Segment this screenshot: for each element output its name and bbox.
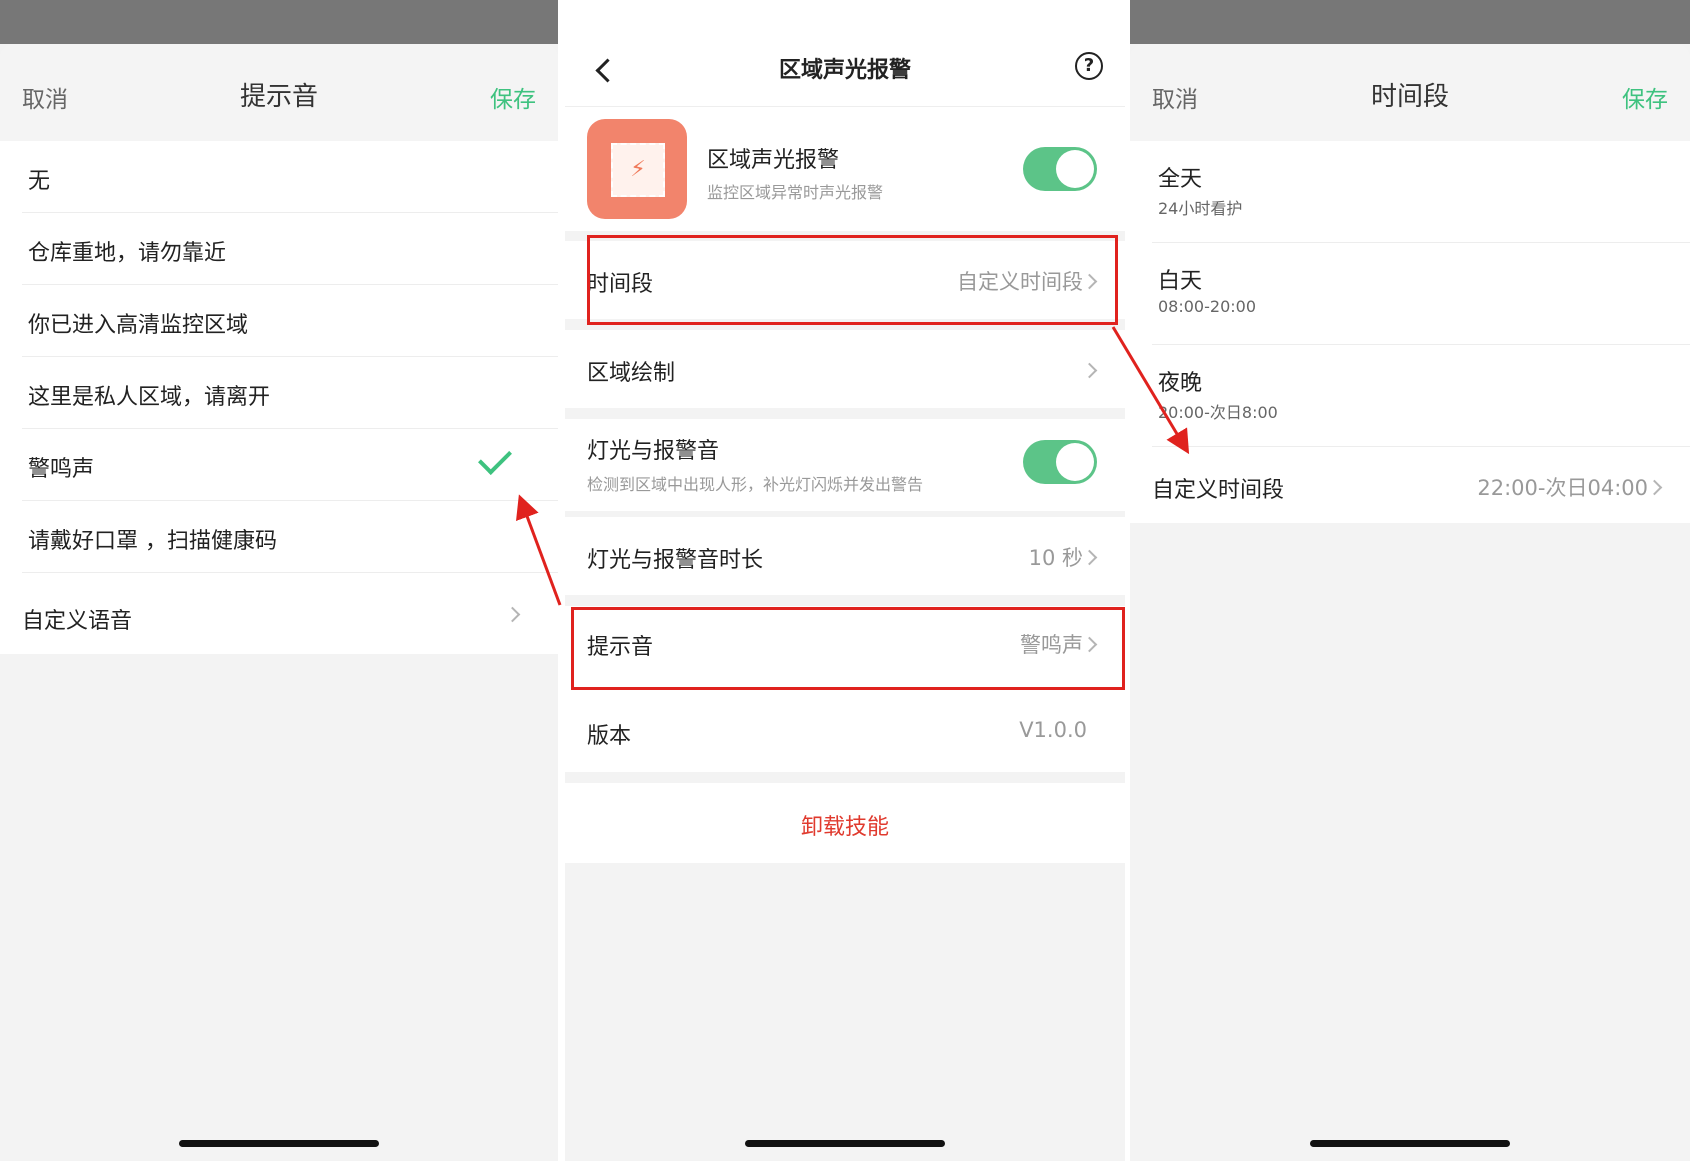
time-period-sheet: 取消 时间段 保存 全天 24小时看护 白天 08:00-20:00 夜晚 20… — [1130, 0, 1690, 1161]
skill-name: 区域声光报警 — [707, 148, 840, 173]
dimmed-backdrop — [1130, 0, 1690, 44]
skill-card: ⚡ 区域声光报警 监控区域异常时声光报警 — [565, 107, 1125, 231]
time-option-title: 夜晚 — [1158, 371, 1203, 396]
lightning-icon: ⚡ — [630, 157, 646, 182]
time-option-subtitle: 24小时看护 — [1158, 199, 1243, 218]
highlight-box — [571, 607, 1125, 690]
light-alarm-label: 灯光与报警音 — [587, 439, 720, 464]
time-option[interactable]: 白天 08:00-20:00 — [1130, 243, 1690, 345]
save-button[interactable]: 保存 — [490, 80, 536, 114]
prompt-sound-sheet: 取消 提示音 保存 无 仓库重地，请勿靠近 你已进入高清监控区域 这里是私人区域… — [0, 0, 558, 1161]
time-option-subtitle: 20:00-次日8:00 — [1158, 403, 1278, 422]
panel-divider — [558, 0, 565, 1161]
sound-option-label: 请戴好口罩 ，扫描健康码 — [28, 529, 277, 554]
custom-time-row[interactable]: 自定义时间段 22:00-次日04:00 — [1130, 447, 1690, 523]
sound-option-list: 无 仓库重地，请勿靠近 你已进入高清监控区域 这里是私人区域，请离开 警鸣声 请… — [0, 141, 558, 654]
toggle-knob — [1056, 150, 1094, 188]
area-drawing-row[interactable]: 区域绘制 — [565, 330, 1125, 408]
page-title: 区域声光报警 — [778, 58, 911, 83]
nav-bar: 区域声光报警 ? — [565, 0, 1125, 107]
sheet-header: 取消 提示音 保存 — [0, 44, 558, 141]
checkmark-icon — [478, 441, 512, 475]
save-button[interactable]: 保存 — [1622, 80, 1668, 114]
help-icon[interactable]: ? — [1075, 52, 1103, 80]
sound-option[interactable]: 你已进入高清监控区域 — [0, 285, 558, 357]
sound-option-selected[interactable]: 警鸣声 — [0, 429, 558, 501]
skill-toggle[interactable] — [1023, 147, 1097, 191]
frame-icon: ⚡ — [611, 143, 665, 197]
sheet-title: 提示音 — [239, 82, 318, 112]
sound-option-label: 这里是私人区域，请离开 — [28, 385, 271, 410]
sound-option[interactable]: 仓库重地，请勿靠近 — [0, 213, 558, 285]
custom-voice-row[interactable]: 自定义语音 — [0, 573, 558, 654]
sound-option-label: 你已进入高清监控区域 — [28, 313, 249, 338]
light-alarm-duration-row[interactable]: 灯光与报警音时长 10 秒 — [565, 517, 1125, 595]
chevron-right-icon — [1081, 549, 1098, 566]
chevron-right-icon — [1081, 362, 1098, 379]
custom-time-value: 22:00-次日04:00 — [1477, 476, 1648, 500]
alarm-app-icon: ⚡ — [587, 119, 687, 219]
duration-label: 灯光与报警音时长 — [587, 548, 764, 573]
custom-time-label: 自定义时间段 — [1152, 478, 1285, 503]
sound-option[interactable]: 请戴好口罩 ，扫描健康码 — [0, 501, 558, 573]
skill-description: 监控区域异常时声光报警 — [707, 183, 884, 202]
custom-voice-label: 自定义语音 — [22, 609, 133, 634]
light-alarm-row: 灯光与报警音 检测到区域中出现人形，补光灯闪烁并发出警告 — [565, 419, 1125, 511]
light-alarm-description: 检测到区域中出现人形，补光灯闪烁并发出警告 — [587, 475, 924, 494]
home-indicator — [179, 1140, 379, 1147]
skill-settings-page: 区域声光报警 ? ⚡ 区域声光报警 监控区域异常时声光报警 时间段 自定义时间段… — [565, 0, 1125, 1161]
time-option-subtitle: 08:00-20:00 — [1158, 297, 1256, 316]
duration-value: 10 秒 — [1028, 546, 1083, 570]
uninstall-button[interactable]: 卸载技能 — [565, 809, 1125, 841]
time-period-list: 全天 24小时看护 白天 08:00-20:00 夜晚 20:00-次日8:00… — [1130, 141, 1690, 523]
sound-option[interactable]: 这里是私人区域，请离开 — [0, 357, 558, 429]
area-drawing-label: 区域绘制 — [587, 361, 676, 386]
dimmed-backdrop — [0, 0, 558, 44]
sheet-header: 取消 时间段 保存 — [1130, 44, 1690, 141]
version-value: V1.0.0 — [1019, 718, 1087, 742]
uninstall-row[interactable]: 卸载技能 — [565, 783, 1125, 863]
home-indicator — [745, 1140, 945, 1147]
sound-option-label: 仓库重地，请勿靠近 — [28, 241, 227, 266]
version-row: 版本 V1.0.0 — [565, 684, 1125, 772]
sound-option-label: 无 — [28, 169, 51, 194]
time-option[interactable]: 夜晚 20:00-次日8:00 — [1130, 345, 1690, 447]
home-indicator — [1310, 1140, 1510, 1147]
sound-option[interactable]: 无 — [0, 141, 558, 213]
highlight-box — [587, 235, 1118, 325]
time-option-title: 白天 — [1158, 269, 1203, 294]
time-option-title: 全天 — [1158, 167, 1203, 192]
time-option[interactable]: 全天 24小时看护 — [1130, 141, 1690, 243]
toggle-knob — [1056, 443, 1094, 481]
sheet-title: 时间段 — [1370, 82, 1449, 112]
sound-option-label: 警鸣声 — [28, 457, 95, 482]
version-label: 版本 — [587, 724, 632, 749]
chevron-right-icon — [504, 606, 521, 623]
chevron-right-icon — [1646, 479, 1663, 496]
light-alarm-toggle[interactable] — [1023, 440, 1097, 484]
